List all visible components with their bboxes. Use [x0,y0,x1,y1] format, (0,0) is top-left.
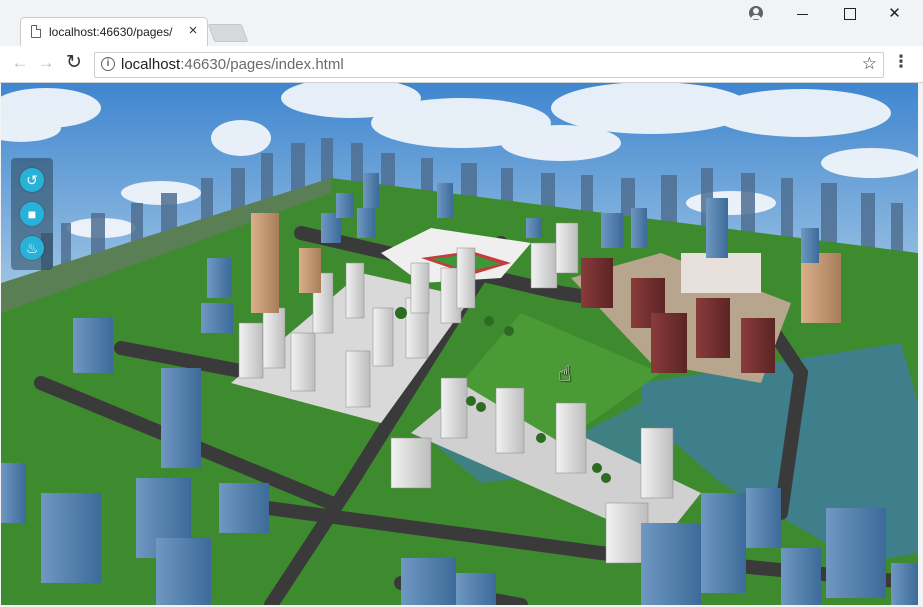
url-host: localhost [121,56,181,73]
back-arrow-icon[interactable]: ← [9,52,31,74]
tool-panel: ↺ ■ ♨ [11,158,53,270]
browser-toolbar: ← → ↻ i localhost:46630/pages/index.html… [0,46,923,83]
new-tab-button[interactable] [207,24,249,42]
3d-scene-viewport[interactable]: ↺ ■ ♨ ☝ [1,83,918,605]
url-text[interactable]: localhost:46630/pages/index.html [121,56,344,73]
address-bar[interactable]: i localhost:46630/pages/index.html ☆ [94,52,884,78]
minimize-icon [797,14,808,15]
tab-title: localhost:46630/pages/ [49,25,173,39]
tab-close-icon[interactable]: × [185,22,201,40]
hand-cursor-icon: ☝ [558,361,572,386]
url-path: :46630/pages/index.html [180,56,344,73]
fire-icon[interactable]: ♨ [20,236,44,260]
page-icon [31,25,41,38]
maximize-button[interactable] [827,0,872,28]
camera-tour-icon[interactable]: ■ [20,202,44,226]
reload-icon[interactable]: ↻ [63,52,85,74]
reset-view-icon[interactable]: ↺ [20,168,44,192]
maximize-icon [844,8,856,20]
browser-menu-icon[interactable]: ⋮ [892,51,910,75]
title-bar: localhost:46630/pages/ × ✕ [0,0,923,47]
account-icon[interactable] [749,6,763,20]
city-scene [1,83,918,605]
minimize-button[interactable] [780,0,825,28]
close-window-button[interactable]: ✕ [872,0,917,28]
bookmark-star-icon[interactable]: ☆ [862,54,877,74]
site-info-icon[interactable]: i [101,57,115,71]
browser-tab[interactable]: localhost:46630/pages/ × [20,17,208,47]
forward-arrow-icon[interactable]: → [35,52,57,74]
